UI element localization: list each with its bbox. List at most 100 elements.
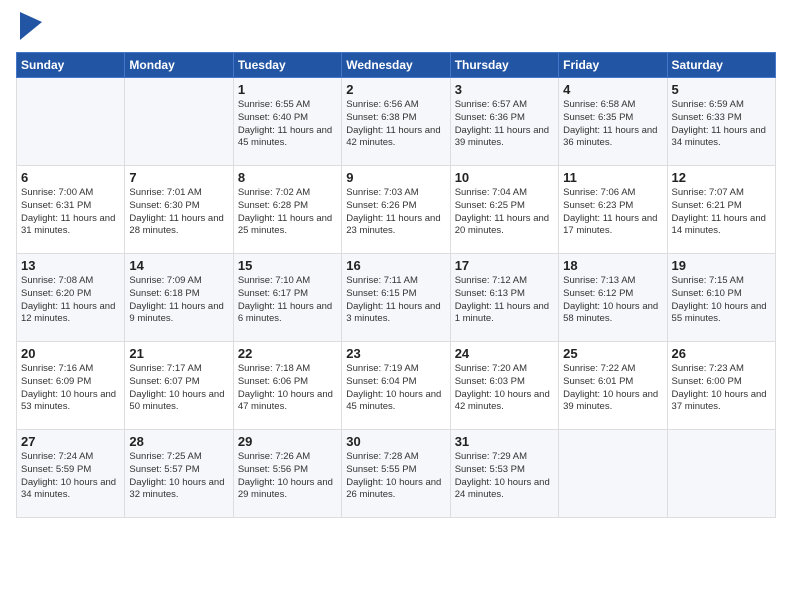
logo-icon [20,12,42,40]
day-info: Sunrise: 7:28 AM Sunset: 5:55 PM Dayligh… [346,451,445,502]
day-info: Sunrise: 7:23 AM Sunset: 6:00 PM Dayligh… [672,363,771,414]
weekday-header: Monday [125,53,233,78]
weekday-header: Friday [559,53,667,78]
day-info: Sunrise: 7:19 AM Sunset: 6:04 PM Dayligh… [346,363,445,414]
day-info: Sunrise: 7:26 AM Sunset: 5:56 PM Dayligh… [238,451,337,502]
day-number: 9 [346,170,445,185]
day-number: 20 [21,346,120,361]
page-header [16,16,776,40]
day-info: Sunrise: 7:00 AM Sunset: 6:31 PM Dayligh… [21,187,120,238]
day-number: 6 [21,170,120,185]
weekday-header: Wednesday [342,53,450,78]
day-info: Sunrise: 7:20 AM Sunset: 6:03 PM Dayligh… [455,363,554,414]
calendar-day-cell: 31 Sunrise: 7:29 AM Sunset: 5:53 PM Dayli… [450,430,558,518]
calendar-day-cell: 14 Sunrise: 7:09 AM Sunset: 6:18 PM Dayli… [125,254,233,342]
calendar-day-cell: 28 Sunrise: 7:25 AM Sunset: 5:57 PM Dayli… [125,430,233,518]
calendar-day-cell: 24 Sunrise: 7:20 AM Sunset: 6:03 PM Dayli… [450,342,558,430]
day-info: Sunrise: 7:07 AM Sunset: 6:21 PM Dayligh… [672,187,771,238]
calendar-day-cell: 10 Sunrise: 7:04 AM Sunset: 6:25 PM Dayli… [450,166,558,254]
calendar-week-row: 27Sunrise: 7:24 AM Sunset: 5:59 PM Dayli… [17,430,776,518]
day-number: 3 [455,82,554,97]
day-info: Sunrise: 7:12 AM Sunset: 6:13 PM Dayligh… [455,275,554,326]
day-number: 18 [563,258,662,273]
calendar-day-cell: 21 Sunrise: 7:17 AM Sunset: 6:07 PM Dayli… [125,342,233,430]
calendar-day-cell: 19 Sunrise: 7:15 AM Sunset: 6:10 PM Dayli… [667,254,775,342]
day-number: 17 [455,258,554,273]
day-number: 2 [346,82,445,97]
calendar-day-cell [559,430,667,518]
day-number: 8 [238,170,337,185]
day-number: 24 [455,346,554,361]
day-info: Sunrise: 7:22 AM Sunset: 6:01 PM Dayligh… [563,363,662,414]
calendar-day-cell: 2 Sunrise: 6:56 AM Sunset: 6:38 PM Daylig… [342,78,450,166]
calendar-week-row: 1 Sunrise: 6:55 AM Sunset: 6:40 PM Daylig… [17,78,776,166]
day-info: Sunrise: 6:59 AM Sunset: 6:33 PM Dayligh… [672,99,771,150]
day-number: 31 [455,434,554,449]
day-number: 10 [455,170,554,185]
day-number: 14 [129,258,228,273]
calendar-day-cell: 16 Sunrise: 7:11 AM Sunset: 6:15 PM Dayli… [342,254,450,342]
day-number: 12 [672,170,771,185]
day-number: 19 [672,258,771,273]
day-info: Sunrise: 7:01 AM Sunset: 6:30 PM Dayligh… [129,187,228,238]
day-info: Sunrise: 7:29 AM Sunset: 5:53 PM Dayligh… [455,451,554,502]
day-info: Sunrise: 7:04 AM Sunset: 6:25 PM Dayligh… [455,187,554,238]
day-info: Sunrise: 7:09 AM Sunset: 6:18 PM Dayligh… [129,275,228,326]
calendar-day-cell: 15 Sunrise: 7:10 AM Sunset: 6:17 PM Dayli… [233,254,341,342]
day-number: 11 [563,170,662,185]
calendar-day-cell: 8Sunrise: 7:02 AM Sunset: 6:28 PM Daylig… [233,166,341,254]
calendar-day-cell: 29Sunrise: 7:26 AM Sunset: 5:56 PM Dayli… [233,430,341,518]
day-number: 23 [346,346,445,361]
day-number: 27 [21,434,120,449]
day-number: 22 [238,346,337,361]
day-number: 28 [129,434,228,449]
day-number: 15 [238,258,337,273]
day-number: 5 [672,82,771,97]
calendar-day-cell: 27Sunrise: 7:24 AM Sunset: 5:59 PM Dayli… [17,430,125,518]
day-info: Sunrise: 7:08 AM Sunset: 6:20 PM Dayligh… [21,275,120,326]
day-number: 25 [563,346,662,361]
day-info: Sunrise: 6:55 AM Sunset: 6:40 PM Dayligh… [238,99,337,150]
day-info: Sunrise: 6:56 AM Sunset: 6:38 PM Dayligh… [346,99,445,150]
day-info: Sunrise: 7:25 AM Sunset: 5:57 PM Dayligh… [129,451,228,502]
calendar-day-cell: 1 Sunrise: 6:55 AM Sunset: 6:40 PM Daylig… [233,78,341,166]
calendar-day-cell [125,78,233,166]
calendar-day-cell: 11 Sunrise: 7:06 AM Sunset: 6:23 PM Dayli… [559,166,667,254]
calendar-day-cell: 25 Sunrise: 7:22 AM Sunset: 6:01 PM Dayli… [559,342,667,430]
day-number: 4 [563,82,662,97]
day-info: Sunrise: 7:18 AM Sunset: 6:06 PM Dayligh… [238,363,337,414]
day-info: Sunrise: 6:58 AM Sunset: 6:35 PM Dayligh… [563,99,662,150]
calendar-day-cell: 12 Sunrise: 7:07 AM Sunset: 6:21 PM Dayli… [667,166,775,254]
calendar-day-cell [17,78,125,166]
calendar-day-cell: 7Sunrise: 7:01 AM Sunset: 6:30 PM Daylig… [125,166,233,254]
day-number: 16 [346,258,445,273]
day-info: Sunrise: 7:11 AM Sunset: 6:15 PM Dayligh… [346,275,445,326]
calendar-day-cell [667,430,775,518]
day-number: 30 [346,434,445,449]
logo [16,16,42,40]
day-info: Sunrise: 7:17 AM Sunset: 6:07 PM Dayligh… [129,363,228,414]
calendar-day-cell: 22 Sunrise: 7:18 AM Sunset: 6:06 PM Dayli… [233,342,341,430]
calendar-day-cell: 5 Sunrise: 6:59 AM Sunset: 6:33 PM Daylig… [667,78,775,166]
calendar-week-row: 20Sunrise: 7:16 AM Sunset: 6:09 PM Dayli… [17,342,776,430]
weekday-header: Thursday [450,53,558,78]
calendar-day-cell: 20Sunrise: 7:16 AM Sunset: 6:09 PM Dayli… [17,342,125,430]
weekday-header: Tuesday [233,53,341,78]
weekday-header: Saturday [667,53,775,78]
day-info: Sunrise: 7:06 AM Sunset: 6:23 PM Dayligh… [563,187,662,238]
calendar-day-cell: 3Sunrise: 6:57 AM Sunset: 6:36 PM Daylig… [450,78,558,166]
calendar-week-row: 6 Sunrise: 7:00 AM Sunset: 6:31 PM Daylig… [17,166,776,254]
calendar-week-row: 13Sunrise: 7:08 AM Sunset: 6:20 PM Dayli… [17,254,776,342]
day-info: Sunrise: 7:13 AM Sunset: 6:12 PM Dayligh… [563,275,662,326]
weekday-header: Sunday [17,53,125,78]
day-number: 26 [672,346,771,361]
day-number: 21 [129,346,228,361]
day-number: 1 [238,82,337,97]
calendar-day-cell: 17 Sunrise: 7:12 AM Sunset: 6:13 PM Dayli… [450,254,558,342]
calendar-day-cell: 13Sunrise: 7:08 AM Sunset: 6:20 PM Dayli… [17,254,125,342]
calendar-day-cell: 26 Sunrise: 7:23 AM Sunset: 6:00 PM Dayli… [667,342,775,430]
calendar-day-cell: 4 Sunrise: 6:58 AM Sunset: 6:35 PM Daylig… [559,78,667,166]
day-info: Sunrise: 7:15 AM Sunset: 6:10 PM Dayligh… [672,275,771,326]
day-info: Sunrise: 7:10 AM Sunset: 6:17 PM Dayligh… [238,275,337,326]
calendar-day-cell: 18 Sunrise: 7:13 AM Sunset: 6:12 PM Dayli… [559,254,667,342]
